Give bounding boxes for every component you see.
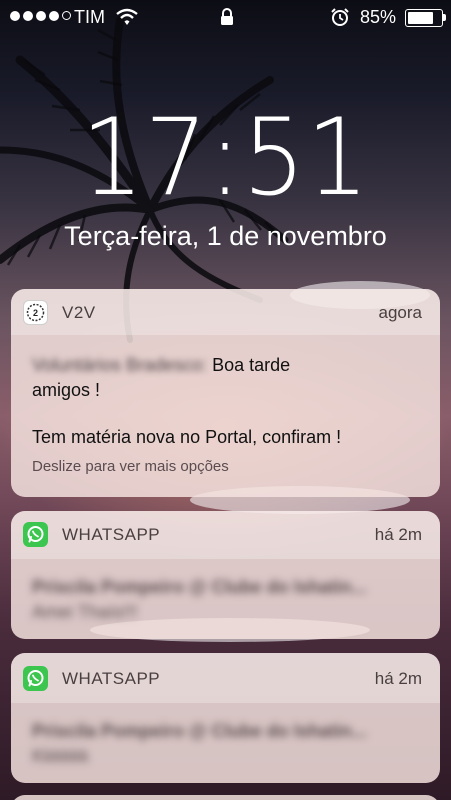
- notification-partial[interactable]: [11, 795, 440, 800]
- notification-preview: Kkkkkk: [32, 746, 90, 766]
- battery-nub: [443, 14, 446, 21]
- whatsapp-icon: [23, 522, 48, 547]
- notification-title: Priscila Pompeiro @ Clube do Ishatin...: [32, 721, 367, 741]
- lock-screen-date: Terça-feira, 1 de novembro: [64, 221, 387, 251]
- notification-body: Priscila Pompeiro @ Clube do Ishatin... …: [11, 559, 440, 625]
- battery-icon: [405, 9, 443, 27]
- notification-app-name: V2V: [62, 303, 96, 322]
- notification-title: Priscila Pompeiro @ Clube do Ishatin...: [32, 577, 367, 597]
- notification-message-line2: amigos !: [32, 380, 101, 400]
- status-bar: TIM 85%: [0, 0, 451, 34]
- notification-preview: Amei Thaís!!!: [32, 602, 138, 622]
- notification-message-line1: Boa tarde: [212, 355, 291, 375]
- notification-message-line3: Tem matéria nova no Portal, confiram !: [32, 427, 342, 447]
- battery-percentage: 85%: [360, 7, 397, 27]
- notification-header: 2 V2V agora: [11, 289, 440, 335]
- notification-swipe-hint: Deslize para ver mais opções: [32, 458, 229, 475]
- alarm-clock-icon: [331, 8, 349, 26]
- notification-time: há 2m: [374, 669, 422, 688]
- wifi-icon: [116, 8, 138, 25]
- signal-strength-icon: [10, 11, 71, 21]
- notification-app-name: WHATSAPP: [62, 669, 161, 688]
- notification-header: WHATSAPP há 2m: [11, 653, 440, 703]
- v2v-app-icon: 2: [23, 300, 48, 325]
- notification-v2v[interactable]: 2 V2V agora Voluntários Bradesco: Boa ta…: [11, 289, 440, 497]
- carrier-name: TIM: [74, 7, 105, 27]
- notification-whatsapp-1[interactable]: WHATSAPP há 2m Priscila Pompeiro @ Clube…: [11, 511, 440, 639]
- notification-body: Voluntários Bradesco: Boa tarde amigos !…: [11, 335, 440, 475]
- lock-screen-time: 17:51: [81, 96, 370, 219]
- notification-whatsapp-2[interactable]: WHATSAPP há 2m Priscila Pompeiro @ Clube…: [11, 653, 440, 783]
- lock-screen: TIM 85% 17:51 Terça-feira, 1 de novembro: [0, 0, 451, 800]
- svg-text:2: 2: [33, 308, 38, 318]
- notification-body: Priscila Pompeiro @ Clube do Ishatin... …: [11, 703, 440, 769]
- battery-level-fill: [408, 12, 433, 24]
- notification-app-name: WHATSAPP: [62, 525, 161, 544]
- notification-time: há 2m: [374, 525, 422, 544]
- notification-header: WHATSAPP há 2m: [11, 511, 440, 559]
- lock-icon: [221, 8, 233, 25]
- notification-sender: Voluntários Bradesco:: [32, 355, 208, 375]
- notification-time: agora: [378, 303, 422, 322]
- whatsapp-icon: [23, 666, 48, 691]
